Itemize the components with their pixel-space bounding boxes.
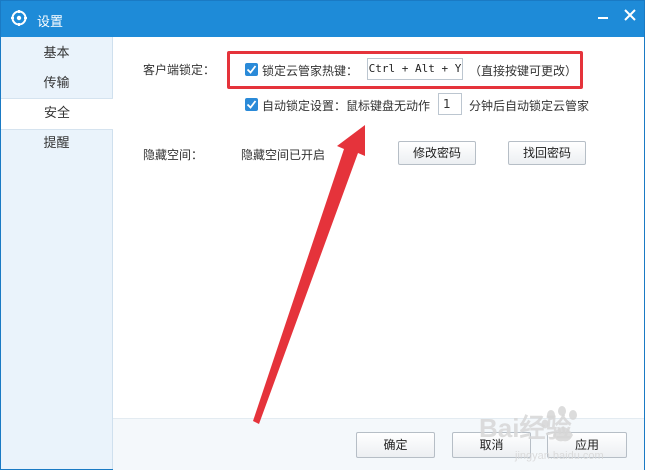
client-lock-label: 客户端锁定： [143,63,216,77]
gear-icon [11,10,27,26]
sidebar-item-label: 提醒 [43,136,70,151]
auto-lock-minutes-input[interactable]: 1 [438,93,462,115]
sidebar-item-label: 传输 [43,76,70,91]
title-bar[interactable]: 设置 [1,1,644,37]
recover-password-button[interactable]: 找回密码 [508,141,586,165]
settings-window: 设置 基本 传输 安全 提醒 客户端锁定： 锁定云管家热键： Ctrl + Al… [0,0,645,470]
hotkey-input[interactable]: Ctrl + Alt + Y [367,58,463,80]
close-button[interactable] [619,7,641,23]
sidebar-item-reminder[interactable]: 提醒 [1,129,112,159]
minimize-button[interactable] [592,7,614,23]
window-title: 设置 [37,15,64,30]
hotkey-checkbox[interactable] [245,63,258,76]
watermark-subtext: jingyan.baidu.com [514,450,604,462]
sidebar-item-label: 基本 [43,46,70,61]
sidebar-item-label: 安全 [43,106,70,121]
watermark-text: Bai经验 [479,413,571,443]
hotkey-checkbox-label: 锁定云管家热键： [262,64,359,78]
minimize-icon [598,17,608,19]
auto-lock-checkbox[interactable] [245,98,258,111]
sidebar-item-basic[interactable]: 基本 [1,39,112,69]
auto-lock-suffix: 分钟后自动锁定云管家 [469,99,590,113]
baidu-watermark: Bai经验 jingyan.baidu.com [479,406,604,462]
hidden-space-status: 隐藏空间已开启 [241,148,326,162]
hidden-space-label: 隐藏空间： [143,148,204,162]
checkmark-icon [246,100,257,109]
checkmark-icon [246,65,257,74]
settings-sidebar: 基本 传输 安全 提醒 [1,37,113,469]
sidebar-item-transfer[interactable]: 传输 [1,69,112,99]
change-password-button[interactable]: 修改密码 [398,141,476,165]
hotkey-hint: （直接按键可更改） [469,64,578,78]
sidebar-item-security[interactable]: 安全 [1,98,113,130]
ok-button[interactable]: 确定 [356,432,435,458]
close-icon [624,9,636,21]
auto-lock-label: 自动锁定设置：鼠标键盘无动作 [262,99,431,113]
